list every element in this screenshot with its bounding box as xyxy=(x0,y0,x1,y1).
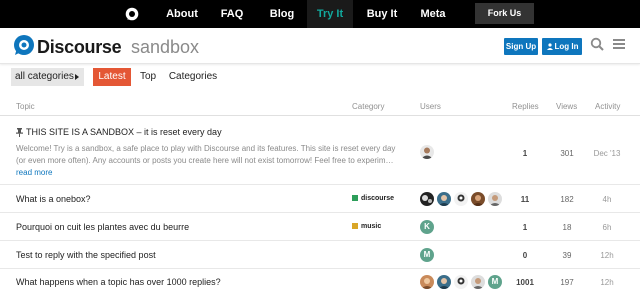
nav-buy-it[interactable]: Buy It xyxy=(360,0,404,28)
topic-title[interactable]: What is a onebox? xyxy=(16,194,91,204)
tab-latest[interactable]: Latest xyxy=(93,68,131,86)
hamburger-icon[interactable] xyxy=(612,37,626,51)
topic-row[interactable]: What happens when a topic has over 1000 … xyxy=(0,269,640,297)
col-replies[interactable]: Replies xyxy=(512,102,539,111)
user-icon xyxy=(547,43,553,50)
login-label: Log In xyxy=(554,42,579,51)
search-icon[interactable] xyxy=(590,37,604,51)
topic-row[interactable]: Test to reply with the specified post M … xyxy=(0,241,640,269)
avatar[interactable] xyxy=(437,192,451,206)
activity-time[interactable]: Dec '13 xyxy=(592,149,622,158)
user-face-icon xyxy=(438,195,450,206)
signup-button[interactable]: Sign Up xyxy=(504,38,538,55)
avatar[interactable] xyxy=(488,192,502,206)
category-badge[interactable]: discourse xyxy=(352,195,394,202)
caret-right-icon xyxy=(75,74,79,80)
pin-icon xyxy=(16,128,23,137)
category-color-swatch xyxy=(352,195,358,201)
reply-count: 1001 xyxy=(516,278,534,287)
nav-about[interactable]: About xyxy=(160,0,204,28)
col-topic[interactable]: Topic xyxy=(16,102,35,111)
user-face-icon xyxy=(438,278,450,289)
topic-excerpt-text: Welcome! Try is a sandbox, a safe place … xyxy=(16,144,396,165)
col-views[interactable]: Views xyxy=(556,102,577,111)
topic-list-header: Topic Category Users Replies Views Activ… xyxy=(0,98,640,116)
nav-meta[interactable]: Meta xyxy=(412,0,454,28)
category-name: music xyxy=(361,223,382,230)
read-more-link[interactable]: read more xyxy=(16,168,52,177)
user-face-icon xyxy=(489,195,501,206)
discourse-bubble-icon[interactable] xyxy=(125,7,139,21)
user-face-icon xyxy=(421,278,433,289)
nav-try-it[interactable]: Try It xyxy=(307,0,353,28)
topic-row[interactable]: What is a onebox? discourse 11 182 4h xyxy=(0,185,640,213)
activity-time[interactable]: 12h xyxy=(592,251,622,260)
user-face-icon xyxy=(457,194,465,202)
topic-excerpt: Welcome! Try is a sandbox, a safe place … xyxy=(16,143,406,179)
login-button[interactable]: Log In xyxy=(542,38,582,55)
discourse-logo-icon xyxy=(14,35,34,55)
category-name: discourse xyxy=(361,195,395,202)
avatar[interactable] xyxy=(471,192,485,206)
fork-us-button[interactable]: Fork Us xyxy=(475,3,534,24)
brand-name: Discourse xyxy=(37,37,122,57)
avatar[interactable] xyxy=(437,275,451,289)
activity-time[interactable]: 12h xyxy=(592,278,622,287)
avatar[interactable] xyxy=(454,192,468,206)
avatar[interactable] xyxy=(420,192,434,206)
topic-title[interactable]: Test to reply with the specified post xyxy=(16,250,156,260)
view-count: 197 xyxy=(560,278,574,287)
category-bar: all categories Latest Top Categories xyxy=(0,66,640,88)
topic-row[interactable]: THIS SITE IS A SANDBOX – it is reset eve… xyxy=(0,119,640,185)
avatar[interactable]: K xyxy=(420,220,434,234)
category-badge[interactable]: music xyxy=(352,223,381,230)
avatar[interactable] xyxy=(471,275,485,289)
topic-title[interactable]: What happens when a topic has over 1000 … xyxy=(16,277,221,287)
user-face-icon xyxy=(472,195,484,206)
category-dropdown-label: all categories xyxy=(15,71,74,82)
view-count: 301 xyxy=(560,149,574,158)
avatar[interactable] xyxy=(420,145,434,159)
activity-time[interactable]: 6h xyxy=(592,223,622,232)
site-nav: About FAQ Blog Try It Buy It Meta Fork U… xyxy=(0,0,640,28)
user-face-icon xyxy=(422,195,432,203)
topic-row[interactable]: Pourquoi on cuit les plantes avec du beu… xyxy=(0,213,640,241)
user-face-icon xyxy=(421,147,433,159)
avatar[interactable] xyxy=(454,275,468,289)
site-header: Discourse sandbox Sign Up Log In xyxy=(0,28,640,64)
col-users: Users xyxy=(420,102,441,111)
reply-count: 11 xyxy=(520,195,530,204)
category-dropdown[interactable]: all categories xyxy=(11,68,84,86)
nav-faq[interactable]: FAQ xyxy=(212,0,252,28)
user-face-icon xyxy=(472,278,484,289)
category-color-swatch xyxy=(352,223,358,229)
topic-title[interactable]: Pourquoi on cuit les plantes avec du beu… xyxy=(16,222,189,232)
avatar[interactable]: M xyxy=(488,275,502,289)
reply-count: 1 xyxy=(522,149,528,158)
nav-blog[interactable]: Blog xyxy=(262,0,302,28)
col-category[interactable]: Category xyxy=(352,102,384,111)
activity-time[interactable]: 4h xyxy=(592,195,622,204)
topic-title[interactable]: THIS SITE IS A SANDBOX – it is reset eve… xyxy=(26,127,222,137)
brand-subtitle: sandbox xyxy=(131,37,200,57)
reply-count: 0 xyxy=(522,251,528,260)
col-activity[interactable]: Activity xyxy=(595,102,620,111)
view-count: 182 xyxy=(560,195,574,204)
tab-top[interactable]: Top xyxy=(136,68,160,86)
tab-categories[interactable]: Categories xyxy=(168,68,218,86)
user-face-icon xyxy=(457,277,465,285)
reply-count: 1 xyxy=(522,223,528,232)
view-count: 18 xyxy=(562,223,572,232)
avatar[interactable]: M xyxy=(420,248,434,262)
avatar[interactable] xyxy=(420,275,434,289)
view-count: 39 xyxy=(562,251,572,260)
